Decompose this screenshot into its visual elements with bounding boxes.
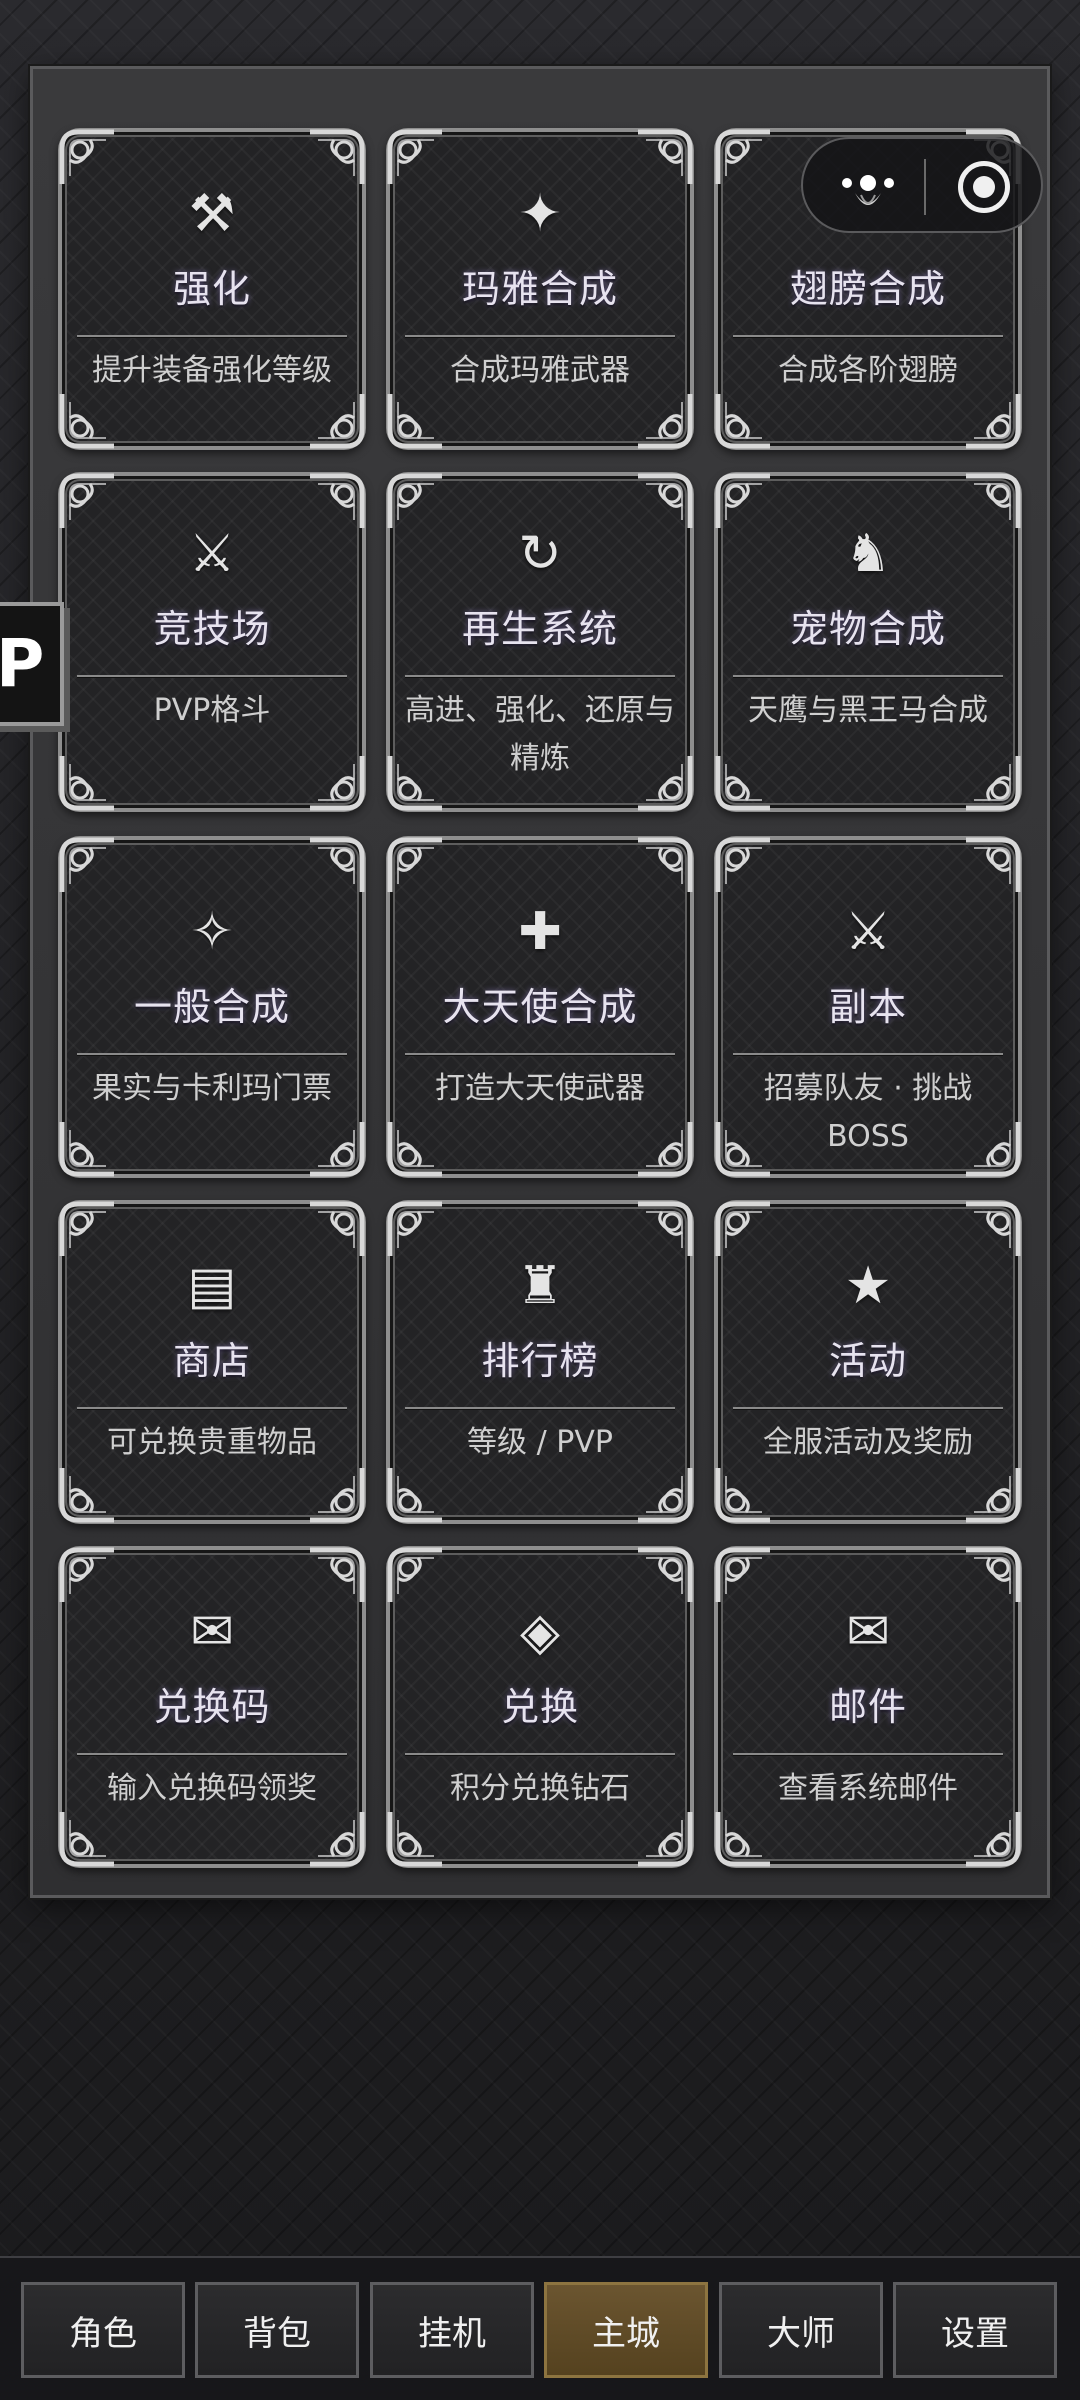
card-description: 查看系统邮件 <box>778 1771 958 1806</box>
card-title: 再生系统 <box>461 607 618 651</box>
card-title: 玛雅合成 <box>461 267 618 311</box>
card-title: 强化 <box>172 267 251 311</box>
nav-maincity-button[interactable]: 主城 <box>544 2282 708 2378</box>
more-dots-icon[interactable] <box>833 159 903 215</box>
feature-card[interactable]: ✚ 大天使合成打造大天使武器 <box>386 836 694 1178</box>
feature-card[interactable]: ♜ 排行榜等级 / PVP <box>386 1200 694 1524</box>
card-title: 一般合成 <box>133 985 290 1029</box>
nav-settings-button[interactable]: 设置 <box>893 2282 1057 2378</box>
card-divider <box>733 1407 1003 1409</box>
card-divider <box>405 1753 675 1755</box>
card-divider <box>405 335 675 337</box>
feature-card[interactable]: ⚔ 副本招募队友 · 挑战 BOSS <box>714 836 1022 1178</box>
envelope-icon: ✉ <box>190 1602 234 1662</box>
card-divider <box>733 1753 1003 1755</box>
star-icon: ★ <box>844 1256 892 1316</box>
card-title: 邮件 <box>828 1685 907 1729</box>
feature-card[interactable]: ✉ 兑换码输入兑换码领奖 <box>58 1546 366 1868</box>
card-divider <box>405 1053 675 1055</box>
feature-card[interactable]: ✦ 玛雅合成合成玛雅武器 <box>386 128 694 450</box>
horse-icon: ♞ <box>844 524 892 584</box>
card-description: 输入兑换码领奖 <box>107 1771 317 1806</box>
feature-card[interactable]: ⚔ 竞技场 PVP格斗 <box>58 472 366 812</box>
sparkle-outline-icon: ✧ <box>190 902 234 962</box>
feature-card[interactable]: ✧ 一般合成果实与卡利玛门票 <box>58 836 366 1178</box>
card-title: 排行榜 <box>481 1339 599 1383</box>
card-title: 兑换 <box>500 1685 579 1729</box>
feature-card[interactable]: ▤ 商店可兑换贵重物品 <box>58 1200 366 1524</box>
card-title: 竞技场 <box>153 607 271 651</box>
card-divider <box>405 675 675 677</box>
card-divider <box>77 335 347 337</box>
feature-card[interactable]: ⚒ 强化提升装备强化等级 <box>58 128 366 450</box>
diamond-icon: ◈ <box>520 1602 560 1662</box>
card-description: 打造大天使武器 <box>435 1071 645 1106</box>
card-description: 合成各阶翅膀 <box>778 353 958 388</box>
card-title: 活动 <box>828 1339 907 1383</box>
four-point-star-icon: ✦ <box>518 184 562 244</box>
card-description: 合成玛雅武器 <box>450 353 630 388</box>
nav-role-button[interactable]: 角色 <box>21 2282 185 2378</box>
card-description: 等级 / PVP <box>467 1425 613 1460</box>
card-divider <box>733 675 1003 677</box>
rook-tower-icon: ♜ <box>516 1256 564 1316</box>
card-description: 高进、强化、还原与精炼 <box>405 693 675 776</box>
refresh-icon: ↻ <box>518 524 562 584</box>
card-description: 提升装备强化等级 <box>92 353 332 388</box>
card-description: 天鹰与黑王马合成 <box>748 693 988 728</box>
card-title: 兑换码 <box>153 1685 271 1729</box>
feature-card[interactable]: ◈ 兑换积分兑换钻石 <box>386 1546 694 1868</box>
plus-cross-icon: ✚ <box>518 902 562 962</box>
card-description: PVP格斗 <box>153 693 271 728</box>
nav-bag-button[interactable]: 背包 <box>195 2282 359 2378</box>
card-divider <box>405 1407 675 1409</box>
card-divider <box>77 675 347 677</box>
feature-card[interactable]: ✉ 邮件查看系统邮件 <box>714 1546 1022 1868</box>
hammers-icon: ⚒ <box>188 184 236 244</box>
feature-card[interactable]: ↻ 再生系统高进、强化、还原与精炼 <box>386 472 694 812</box>
card-title: 副本 <box>828 985 907 1029</box>
side-p-tab[interactable]: P <box>0 602 64 726</box>
shop-list-icon: ▤ <box>187 1256 237 1316</box>
nav-master-button[interactable]: 大师 <box>719 2282 883 2378</box>
card-description: 积分兑换钻石 <box>450 1771 630 1806</box>
feature-card[interactable]: ♞ 宠物合成天鹰与黑王马合成 <box>714 472 1022 812</box>
card-title: 翅膀合成 <box>789 267 946 311</box>
card-description: 果实与卡利玛门票 <box>92 1071 332 1106</box>
card-title: 大天使合成 <box>442 985 638 1029</box>
nav-idle-button[interactable]: 挂机 <box>370 2282 534 2378</box>
card-title: 商店 <box>172 1339 251 1383</box>
crossed-swords-icon: ⚔ <box>188 524 236 584</box>
card-divider <box>77 1407 347 1409</box>
capsule-divider <box>924 159 926 215</box>
bottom-nav: 角色 背包 挂机 主城 大师 设置 <box>0 2256 1080 2400</box>
miniprogram-capsule <box>801 137 1043 233</box>
card-divider <box>733 335 1003 337</box>
close-target-icon[interactable] <box>958 161 1010 213</box>
envelope-icon: ✉ <box>846 1602 890 1662</box>
card-title: 宠物合成 <box>789 607 946 651</box>
card-description: 招募队友 · 挑战 BOSS <box>763 1071 973 1154</box>
crossed-swords-icon: ⚔ <box>844 902 892 962</box>
card-divider <box>733 1053 1003 1055</box>
feature-card[interactable]: ★ 活动全服活动及奖励 <box>714 1200 1022 1524</box>
card-description: 全服活动及奖励 <box>763 1425 973 1460</box>
card-divider <box>77 1053 347 1055</box>
card-description: 可兑换贵重物品 <box>107 1425 317 1460</box>
card-divider <box>77 1753 347 1755</box>
